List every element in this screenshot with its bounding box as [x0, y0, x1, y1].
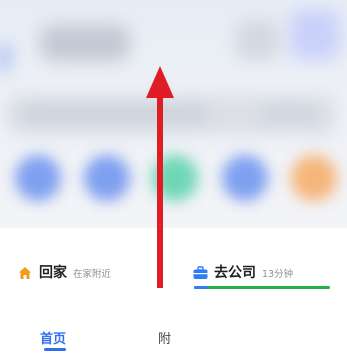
blurred-title — [40, 25, 130, 61]
blurred-edge-marker — [0, 45, 8, 70]
go-work-shortcut[interactable]: 去公司 13分钟 — [193, 262, 293, 282]
blurred-shortcut-icon — [15, 155, 61, 201]
blurred-widget — [235, 20, 280, 60]
blurred-avatar — [290, 10, 340, 60]
blurred-search-text — [20, 108, 210, 120]
tab-home-indicator — [44, 348, 66, 351]
go-home-shortcut[interactable]: 回家 在家附近 — [18, 262, 111, 282]
blurred-shortcut-icon — [291, 155, 337, 201]
work-route-start — [194, 286, 208, 289]
swipe-up-arrow-icon — [146, 66, 174, 288]
home-subtitle: 在家附近 — [73, 269, 112, 280]
work-route-bar — [194, 286, 330, 289]
blurred-search-action — [260, 108, 320, 120]
work-eta: 13分钟 — [262, 269, 294, 280]
home-icon — [18, 265, 32, 279]
blurred-shortcut-icon — [84, 155, 130, 201]
work-title: 去公司 — [214, 265, 256, 281]
tab-home[interactable]: 首页 — [40, 328, 66, 347]
home-title: 回家 — [39, 265, 67, 281]
bottom-tab-bar: 首页 附 — [0, 322, 347, 361]
briefcase-icon — [193, 265, 208, 279]
tab-nearby[interactable]: 附 — [158, 328, 171, 347]
blurred-shortcut-icon — [222, 155, 268, 201]
